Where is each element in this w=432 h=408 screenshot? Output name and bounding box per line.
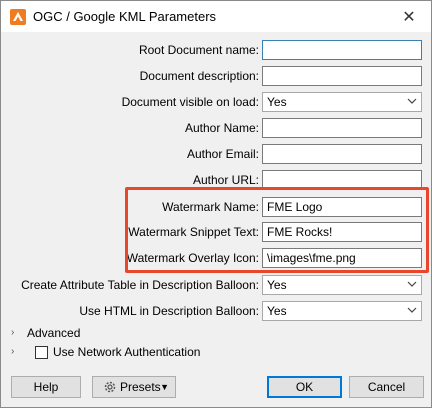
author-url-input[interactable] [262, 170, 422, 190]
close-icon: ✕ [402, 8, 416, 26]
row-watermark-snippet: Watermark Snippet Text: FME Rocks! [1, 222, 432, 244]
create-attribute-table-select[interactable]: Yes [262, 275, 422, 295]
advanced-section-toggle[interactable]: › Advanced [11, 326, 131, 342]
close-button[interactable]: ✕ [387, 1, 431, 32]
author-name-label: Author Name: [184, 121, 259, 135]
presets-button[interactable]: Presets ▼ [92, 376, 176, 398]
root-document-name-input[interactable] [262, 40, 422, 60]
row-document-description: Document description: [1, 66, 432, 88]
document-visible-value: Yes [267, 95, 287, 109]
chevron-down-icon [407, 281, 417, 287]
network-auth-checkbox[interactable] [35, 346, 48, 359]
root-document-name-label: Root Document name: [138, 43, 259, 57]
dialog-title: OGC / Google KML Parameters [33, 9, 217, 24]
row-author-url: Author URL: [1, 170, 432, 192]
network-auth-section[interactable]: › Use Network Authentication [11, 345, 211, 361]
gear-icon [104, 381, 116, 393]
row-watermark-overlay-icon: Watermark Overlay Icon: \images\fme.png [1, 248, 432, 270]
use-html-label: Use HTML in Description Balloon: [79, 304, 259, 318]
fme-app-icon [10, 9, 26, 25]
document-visible-label: Document visible on load: [121, 95, 259, 109]
document-description-input[interactable] [262, 66, 422, 86]
dialog-window: OGC / Google KML Parameters ✕ Root Docum… [0, 0, 432, 408]
row-watermark-name: Watermark Name: FME Logo [1, 197, 432, 219]
author-url-label: Author URL: [192, 173, 259, 187]
create-attribute-table-label: Create Attribute Table in Description Ba… [21, 278, 259, 292]
row-author-name: Author Name: [1, 118, 432, 140]
chevron-down-icon [407, 98, 417, 104]
presets-label: Presets [120, 380, 161, 394]
watermark-name-input[interactable]: FME Logo [262, 197, 422, 217]
row-document-visible: Document visible on load: Yes [1, 92, 432, 114]
document-description-label: Document description: [139, 69, 259, 83]
watermark-snippet-input[interactable]: FME Rocks! [262, 222, 422, 242]
row-use-html: Use HTML in Description Balloon: Yes [1, 301, 432, 323]
row-author-email: Author Email: [1, 144, 432, 166]
help-button[interactable]: Help [11, 376, 81, 398]
caret-down-icon: ▼ [160, 382, 169, 392]
watermark-overlay-icon-label: Watermark Overlay Icon: [126, 251, 259, 265]
row-root-document-name: Root Document name: [1, 40, 432, 62]
advanced-label: Advanced [27, 326, 81, 340]
author-name-input[interactable] [262, 118, 422, 138]
row-create-attribute-table: Create Attribute Table in Description Ba… [1, 275, 432, 297]
document-visible-select[interactable]: Yes [262, 92, 422, 112]
create-attribute-table-value: Yes [267, 278, 287, 292]
watermark-snippet-label: Watermark Snippet Text: [128, 225, 259, 239]
cancel-button[interactable]: Cancel [349, 376, 424, 398]
use-html-value: Yes [267, 304, 287, 318]
chevron-right-icon: › [11, 346, 15, 357]
chevron-down-icon [407, 307, 417, 313]
network-auth-label: Use Network Authentication [53, 345, 201, 359]
watermark-overlay-icon-input[interactable]: \images\fme.png [262, 248, 422, 268]
chevron-right-icon: › [11, 327, 15, 338]
author-email-input[interactable] [262, 144, 422, 164]
watermark-name-label: Watermark Name: [162, 200, 259, 214]
ok-button[interactable]: OK [267, 376, 342, 398]
use-html-select[interactable]: Yes [262, 301, 422, 321]
author-email-label: Author Email: [186, 147, 259, 161]
title-bar: OGC / Google KML Parameters ✕ [1, 1, 431, 32]
